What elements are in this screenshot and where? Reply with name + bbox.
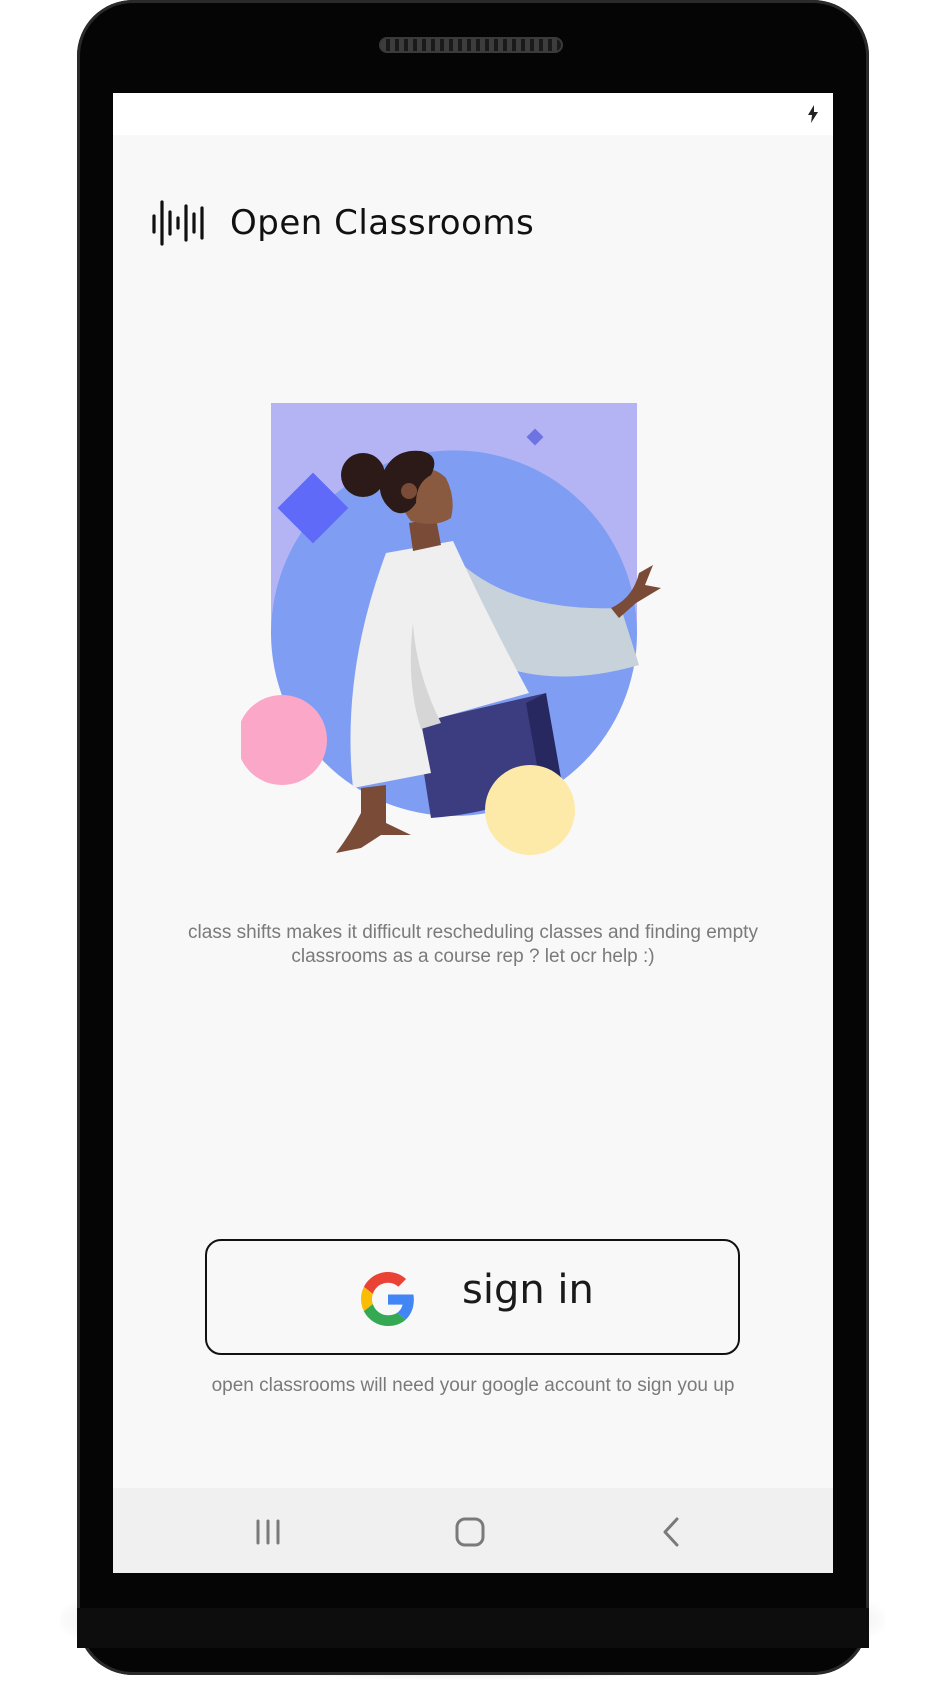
waveform-logo-icon <box>152 200 204 246</box>
charging-bolt-icon <box>808 105 818 123</box>
status-bar <box>113 93 833 135</box>
back-icon[interactable] <box>652 1512 692 1552</box>
person-pointing-illustration <box>241 403 661 855</box>
recents-icon[interactable] <box>248 1512 288 1552</box>
phone-chin <box>77 1608 869 1648</box>
phone-speaker <box>379 37 563 53</box>
android-nav-bar <box>113 1488 833 1573</box>
app-title: Open Classrooms <box>230 203 535 243</box>
tagline-line-2: classrooms as a course rep ? let ocr hel… <box>291 946 655 967</box>
sign-in-note: open classrooms will need your google ac… <box>211 1375 735 1396</box>
hair-bun <box>341 453 385 497</box>
pink-circle <box>241 695 327 785</box>
home-icon[interactable] <box>450 1512 490 1552</box>
yellow-circle <box>485 765 575 855</box>
tagline: class shifts makes it difficult reschedu… <box>153 921 793 969</box>
app-screen: Open Classrooms class shifts makes it di… <box>113 93 833 1573</box>
tagline-line-1: class shifts makes it difficult reschedu… <box>188 922 758 943</box>
google-icon <box>361 1272 414 1326</box>
sign-in-label: sign in <box>462 1267 594 1313</box>
app-header: Open Classrooms <box>150 193 534 253</box>
google-sign-in-button[interactable]: sign in <box>205 1239 740 1355</box>
